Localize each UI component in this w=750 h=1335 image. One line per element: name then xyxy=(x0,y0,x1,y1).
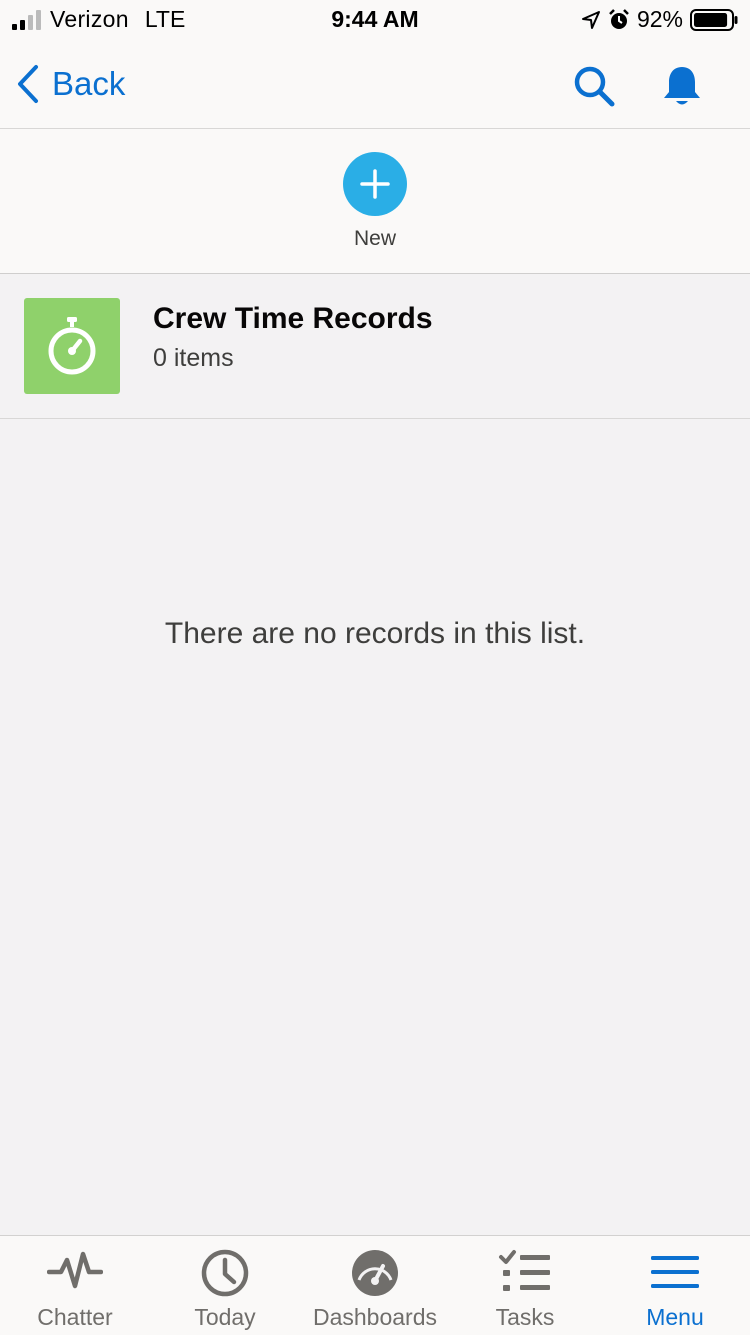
navigation-bar: Back xyxy=(0,40,750,129)
new-label[interactable]: New xyxy=(0,227,750,251)
status-bar: Verizon LTE 9:44 AM 92% xyxy=(0,0,750,40)
menu-icon xyxy=(651,1256,699,1288)
tab-today[interactable]: Today xyxy=(150,1236,300,1335)
battery-percent: 92% xyxy=(636,6,683,32)
tab-label: Tasks xyxy=(495,1304,555,1330)
chevron-left-icon xyxy=(18,65,38,103)
bell-icon xyxy=(664,67,700,105)
tab-label: Chatter xyxy=(37,1304,113,1330)
activity-icon xyxy=(47,1251,103,1289)
action-bar: New xyxy=(0,129,750,274)
gauge-icon xyxy=(352,1250,398,1296)
plus-icon xyxy=(360,169,390,199)
tab-tasks[interactable]: Tasks xyxy=(450,1236,600,1335)
status-right: 92% xyxy=(581,6,738,33)
battery-icon xyxy=(690,8,738,31)
tab-dashboards[interactable]: Dashboards xyxy=(300,1236,450,1335)
alarm-clock-icon xyxy=(609,8,629,29)
stopwatch-icon xyxy=(48,317,96,375)
tab-bar: Chatter Today Dashboards Tasks Menu xyxy=(0,1235,750,1335)
list-item-count: 0 items xyxy=(153,344,234,372)
new-button[interactable] xyxy=(343,152,407,216)
notifications-button[interactable] xyxy=(660,64,704,113)
clock-icon xyxy=(201,1249,249,1297)
location-arrow-icon xyxy=(581,10,600,29)
tab-menu[interactable]: Menu xyxy=(600,1236,750,1335)
object-icon xyxy=(24,298,120,394)
list-title: Crew Time Records xyxy=(153,302,433,335)
tab-label: Dashboards xyxy=(312,1304,438,1330)
list-header: Crew Time Records 0 items xyxy=(0,274,750,419)
empty-state-message: There are no records in this list. xyxy=(164,617,586,650)
tab-label: Menu xyxy=(646,1304,704,1330)
back-button[interactable]: Back xyxy=(16,64,125,104)
search-button[interactable] xyxy=(572,64,616,113)
checklist-icon xyxy=(499,1250,550,1291)
tab-chatter[interactable]: Chatter xyxy=(0,1236,150,1335)
back-label: Back xyxy=(52,65,126,102)
search-icon xyxy=(574,66,615,107)
tab-label: Today xyxy=(194,1304,256,1330)
